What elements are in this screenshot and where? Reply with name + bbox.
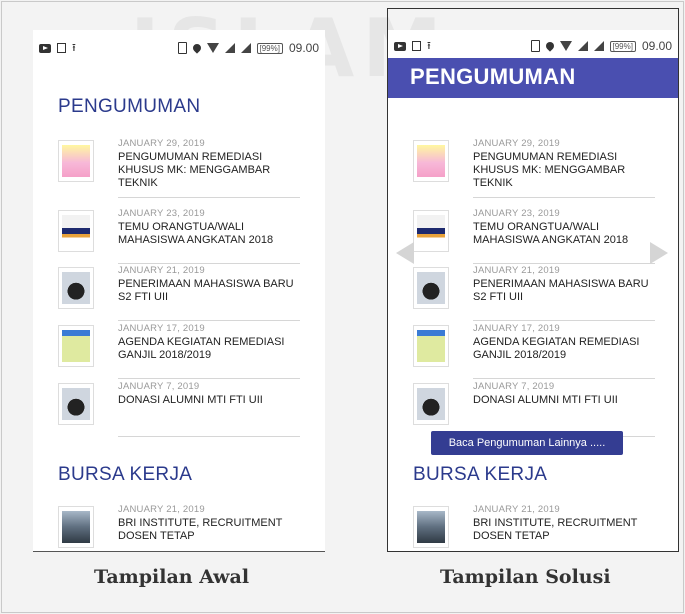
wifi-icon (559, 41, 572, 51)
thumbnail-grad-cap (58, 267, 94, 309)
announcement-item[interactable]: JANUARY 21, 2019 PENERIMAAN MAHASISWA BA… (413, 265, 655, 321)
announcement-item[interactable]: JANUARY 21, 2019 PENERIMAAN MAHASISWA BA… (58, 265, 300, 321)
item-date: JANUARY 21, 2019 (118, 504, 205, 515)
item-title[interactable]: AGENDA KEGIATAN REMEDIASI GANJIL 2018/20… (473, 336, 655, 362)
item-date: JANUARY 23, 2019 (118, 208, 205, 219)
announcement-item[interactable]: JANUARY 17, 2019 AGENDA KEGIATAN REMEDIA… (413, 323, 655, 379)
signal-icon (240, 43, 251, 53)
item-date: JANUARY 7, 2019 (473, 381, 555, 392)
item-title[interactable]: PENERIMAAN MAHASISWA BARU S2 FTI UII (118, 278, 300, 304)
item-date: JANUARY 29, 2019 (473, 138, 560, 149)
thumbnail-grad-cap (413, 383, 449, 425)
phone-frame-top (387, 8, 679, 30)
item-title[interactable]: DONASI ALUMNI MTI FTI UII (118, 394, 300, 407)
item-date: JANUARY 29, 2019 (118, 138, 205, 149)
signal-icon (593, 41, 604, 51)
thumbnail-grad-cap (413, 267, 449, 309)
item-date: JANUARY 21, 2019 (118, 265, 205, 276)
item-date: JANUARY 23, 2019 (473, 208, 560, 219)
item-date: JANUARY 7, 2019 (118, 381, 200, 392)
caption-solution: Tampilan Solusi (440, 566, 611, 588)
status-bar: ⭱ [99%] 09.00 (388, 34, 678, 58)
announcements-header: PENGUMUMAN (388, 58, 678, 98)
job-item[interactable]: JANUARY 21, 2019 BRI INSTITUTE, RECRUITM… (58, 504, 300, 551)
battery-indicator: [99%] (609, 40, 636, 52)
clock: 09.00 (288, 41, 319, 55)
item-title[interactable]: PENERIMAAN MAHASISWA BARU S2 FTI UII (473, 278, 655, 304)
section-title-announcements: PENGUMUMAN (58, 96, 201, 117)
thumbnail-banner (413, 210, 449, 252)
item-title[interactable]: DONASI ALUMNI MTI FTI UII (473, 394, 655, 407)
announcement-item[interactable]: JANUARY 7, 2019 DONASI ALUMNI MTI FTI UI… (58, 381, 300, 437)
thumbnail-building (58, 506, 94, 548)
item-title[interactable]: BRI INSTITUTE, RECRUITMENT DOSEN TETAP (473, 517, 655, 543)
item-title[interactable]: PENGUMUMAN REMEDIASI KHUSUS MK: MENGGAMB… (118, 151, 300, 190)
document-icon (57, 43, 66, 53)
phone-icon (530, 40, 540, 52)
signal-icon (577, 41, 588, 51)
section-title-jobs: BURSA KERJA (413, 464, 548, 485)
battery-indicator: [99%] (256, 42, 283, 54)
phone-icon (177, 42, 187, 54)
read-more-announcements-button[interactable]: Baca Pengumuman Lainnya ..... (431, 431, 623, 455)
item-date: JANUARY 21, 2019 (473, 265, 560, 276)
item-title[interactable]: TEMU ORANGTUA/WALI MAHASISWA ANGKATAN 20… (473, 221, 655, 247)
status-bar: ⭱ [99%] 09.00 (33, 36, 325, 60)
announcement-item[interactable]: JANUARY 17, 2019 AGENDA KEGIATAN REMEDIA… (58, 323, 300, 379)
item-title[interactable]: PENGUMUMAN REMEDIASI KHUSUS MK: MENGGAMB… (473, 151, 655, 190)
item-title[interactable]: BRI INSTITUTE, RECRUITMENT DOSEN TETAP (118, 517, 300, 543)
item-date: JANUARY 17, 2019 (473, 323, 560, 334)
job-item[interactable]: JANUARY 21, 2019 BRI INSTITUTE, RECRUITM… (413, 504, 655, 551)
thumbnail-flyer (413, 140, 449, 182)
thumbnail-banner (58, 210, 94, 252)
announcement-item[interactable]: JANUARY 7, 2019 DONASI ALUMNI MTI FTI UI… (413, 381, 655, 437)
upload-icon: ⭱ (72, 41, 76, 54)
upload-icon: ⭱ (427, 39, 431, 52)
thumbnail-building (413, 506, 449, 548)
section-title-jobs: BURSA KERJA (58, 464, 193, 485)
caption-initial: Tampilan Awal (94, 566, 250, 588)
clock: 09.00 (641, 39, 672, 53)
announcement-item[interactable]: JANUARY 29, 2019 PENGUMUMAN REMEDIASI KH… (413, 138, 655, 198)
announcement-item[interactable]: JANUARY 23, 2019 TEMU ORANGTUA/WALI MAHA… (58, 208, 300, 264)
wifi-icon (206, 43, 219, 53)
thumbnail-grad-cap (58, 383, 94, 425)
section-title-announcements: PENGUMUMAN (410, 64, 576, 89)
phone-screen-solution: ⭱ [99%] 09.00 PENGUMUMAN JANUARY 29, 201… (387, 30, 679, 552)
youtube-icon (394, 41, 406, 51)
item-title[interactable]: AGENDA KEGIATAN REMEDIASI GANJIL 2018/20… (118, 336, 300, 362)
signal-icon (224, 43, 235, 53)
announcement-item[interactable]: JANUARY 29, 2019 PENGUMUMAN REMEDIASI KH… (58, 138, 300, 198)
announcement-item[interactable]: JANUARY 23, 2019 TEMU ORANGTUA/WALI MAHA… (413, 208, 655, 264)
youtube-icon (39, 43, 51, 53)
thumbnail-flyer (58, 140, 94, 182)
thumbnail-schedule (413, 325, 449, 367)
phone-screen-initial: ⭱ [99%] 09.00 PENGUMUMAN JANUARY 29, 201… (33, 30, 325, 552)
carousel-prev-arrow-icon[interactable] (396, 242, 414, 264)
item-date: JANUARY 21, 2019 (473, 504, 560, 515)
document-icon (412, 41, 421, 51)
location-icon (543, 40, 556, 52)
item-title[interactable]: TEMU ORANGTUA/WALI MAHASISWA ANGKATAN 20… (118, 221, 300, 247)
thumbnail-schedule (58, 325, 94, 367)
location-icon (190, 42, 203, 54)
carousel-next-arrow-icon[interactable] (650, 242, 668, 264)
item-date: JANUARY 17, 2019 (118, 323, 205, 334)
